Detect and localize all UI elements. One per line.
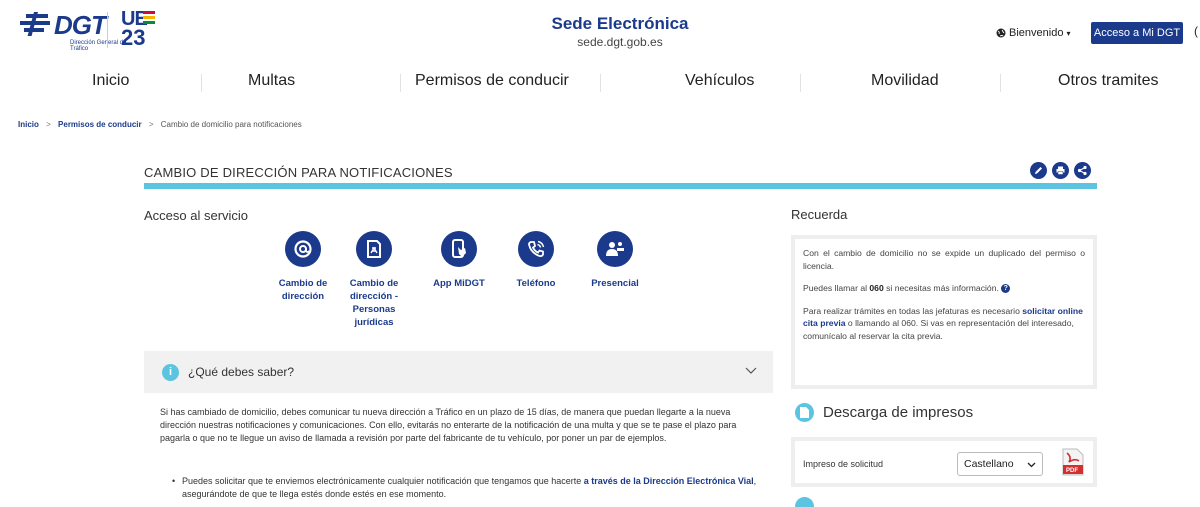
share-button[interactable] [1074,162,1091,179]
recuerda-cita-text: Para realizar trámites en todas las jefa… [803,305,1085,343]
breadcrumb-inicio[interactable]: Inicio [18,120,39,129]
dgt-logo-text: DGT [54,10,107,40]
service-telefono[interactable]: Teléfono [506,231,566,290]
site-title-text: Sede Electrónica [551,14,689,33]
ue23-color-bars [143,11,155,26]
recuerda-text: Con el cambio de domicilio no se expide … [803,248,1085,271]
phone-number: 060 [869,283,884,294]
globe-icon [996,28,1006,38]
page-tools [1030,162,1091,179]
service-label: App MiDGT [433,278,485,289]
service-circle [597,231,633,267]
nav-item-otros[interactable]: Otros tramites [1058,72,1158,90]
recuerda-phone-start: Puedes llamar al [803,283,870,294]
nav-divider [1000,74,1001,92]
bullet-list: • Puedes solicitar que te enviemos elect… [172,475,762,500]
share-icon [1077,165,1087,176]
acceso-mi-dgt-button[interactable]: Acceso a Mi DGT [1091,22,1183,44]
service-presencial[interactable]: Presencial [585,231,645,290]
breadcrumb-current: Cambio de domicilio para notificaciones [160,120,302,129]
acceso-servicio-heading: Acceso al servicio [144,208,249,223]
dgt-logo[interactable]: DGT Dirección General de Tráfico [20,10,126,58]
dgt-logo-mark-icon [20,12,50,36]
bullet-dot: • [172,476,176,486]
caret-down-icon: ▾ [1066,28,1071,38]
service-cambio-direccion[interactable]: Cambio de dirección [273,231,333,303]
welcome-label: Bienvenido [1009,27,1064,39]
nav-item-movilidad[interactable]: Movilidad [871,72,939,90]
site-title[interactable]: Sede Electrónica sede.dgt.gob.es [500,14,740,49]
bullet-text-start: Puedes solicitar que te enviemos electró… [182,476,584,486]
phone-icon [528,240,545,257]
service-app-midgt[interactable]: App MiDGT [429,231,489,290]
edit-icon [1035,167,1042,174]
recuerda-cita-start: Para realizar trámites en todas las jefa… [803,305,1023,316]
recuerda-box: Con el cambio de domicilio no se expide … [791,235,1097,389]
nav-divider [201,74,202,92]
language-select[interactable]: Castellano [957,452,1043,476]
breadcrumb-permisos[interactable]: Permisos de conducir [58,120,142,129]
mobile-app-icon [452,239,466,258]
nav-divider [600,74,601,92]
impreso-row: Impreso de solicitud Castellano PDF [791,437,1097,487]
service-circle [441,231,477,267]
logo-divider [107,12,108,48]
service-circle [285,231,321,267]
descarga-impresos-heading: Descarga de impresos [823,404,974,421]
nav-divider [400,74,401,92]
nav-item-inicio[interactable]: Inicio [92,72,129,90]
people-icon [606,242,624,256]
accordion-body-text: Si has cambiado de domicilio, debes comu… [160,407,737,443]
chevron-down-icon [745,367,757,374]
que-debes-saber-accordion[interactable]: i ¿Qué debes saber? [144,351,773,393]
welcome-dropdown[interactable]: Bienvenido ▾ [996,27,1070,39]
help-icon[interactable]: ? [1001,284,1011,294]
accordion-title: ¿Qué debes saber? [188,365,295,379]
service-circle [518,231,554,267]
print-icon [1056,166,1065,175]
breadcrumb-separator: > [46,120,51,129]
service-label: Cambio de dirección - Personas jurídicas [349,278,399,328]
print-button[interactable] [1052,162,1069,179]
main-nav: Inicio Multas Permisos de conducir Vehíc… [0,66,1200,98]
document-icon [367,240,381,258]
page-title: CAMBIO DE DIRECCIÓN PARA NOTIFICACIONES [144,165,453,180]
site-header: DGT Dirección General de Tráfico UE 23 S… [0,0,1200,62]
pdf-label: PDF [1066,468,1078,474]
recuerda-heading: Recuerda [791,207,848,222]
service-cambio-direccion-juridicas[interactable]: Cambio de dirección - Personas jurídicas [344,231,404,329]
list-item: • Puedes solicitar que te enviemos elect… [172,475,762,500]
document-circle [795,403,814,422]
language-selected: Castellano [964,458,1014,470]
breadcrumb: Inicio > Permisos de conducir > Cambio d… [18,120,302,129]
nav-item-permisos[interactable]: Permisos de conducir [415,72,569,90]
at-sign-icon [294,240,312,258]
nav-item-multas[interactable]: Multas [248,72,295,90]
nav-item-vehiculos[interactable]: Vehículos [685,72,754,90]
title-underline [144,183,1097,189]
direccion-electronica-vial-link[interactable]: a través de la Dirección Electrónica Via… [584,476,754,486]
service-circle [356,231,392,267]
edit-button[interactable] [1030,162,1047,179]
recuerda-phone-end: si necesitas más información. [883,283,999,294]
document-icon [800,407,809,418]
bullet-text: Puedes solicitar que te enviemos electró… [182,475,762,500]
ue23-logo-bottom: 23 [121,25,146,50]
site-url: sede.dgt.gob.es [577,35,663,49]
nav-divider [800,74,801,92]
ue23-logo: UE 23 [121,9,157,52]
service-label: Cambio de dirección [278,278,328,302]
recuerda-phone-text: Puedes llamar al 060 si necesitas más in… [803,282,1085,295]
impreso-label: Impreso de solicitud [803,459,884,469]
service-label: Presencial [591,278,639,289]
service-label: Teléfono [516,278,556,289]
chevron-down-icon [1027,462,1036,468]
breadcrumb-separator: > [148,120,154,129]
next-section-icon [795,497,814,507]
header-edge-text: ( [1194,24,1198,38]
info-icon: i [162,364,179,381]
